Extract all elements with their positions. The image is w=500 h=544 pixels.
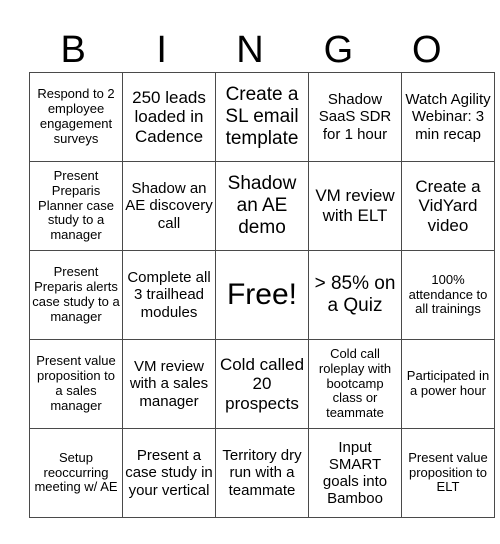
bingo-cell[interactable]: 250 leads loaded in Cadence [122, 72, 216, 162]
bingo-cell[interactable]: Create a VidYard video [401, 161, 495, 251]
bingo-cell[interactable]: > 85% on a Quiz [308, 250, 402, 340]
header-letter-g: G [323, 29, 354, 71]
bingo-cell[interactable]: Setup reoccurring meeting w/ AE [29, 428, 123, 518]
bingo-cell[interactable]: Present value proposition to ELT [401, 428, 495, 518]
grid-row: Setup reoccurring meeting w/ AE Present … [29, 428, 495, 518]
bingo-cell[interactable]: Shadow SaaS SDR for 1 hour [308, 72, 402, 162]
header-letter-o: O [412, 29, 442, 71]
bingo-cell[interactable]: Shadow an AE demo [215, 161, 309, 251]
grid-row: Respond to 2 employee engagement surveys… [29, 72, 495, 162]
bingo-cell[interactable]: Present value proposition to a sales man… [29, 339, 123, 429]
bingo-cell[interactable]: Complete all 3 trailhead modules [122, 250, 216, 340]
bingo-cell[interactable]: VM review with a sales manager [122, 339, 216, 429]
grid-row: Present Preparis alerts case study to a … [29, 250, 495, 340]
free-space-cell[interactable]: Free! [215, 250, 309, 340]
bingo-cell[interactable]: Present Preparis alerts case study to a … [29, 250, 123, 340]
bingo-cell[interactable]: Create a SL email template [215, 72, 309, 162]
bingo-cell[interactable]: Shadow an AE discovery call [122, 161, 216, 251]
bingo-cell[interactable]: Territory dry run with a teammate [215, 428, 309, 518]
bingo-cell[interactable]: Input SMART goals into Bamboo [308, 428, 402, 518]
bingo-cell[interactable]: Cold call roleplay with bootcamp class o… [308, 339, 402, 429]
bingo-cell[interactable]: 100% attendance to all trainings [401, 250, 495, 340]
header-letter-n: N [236, 29, 264, 71]
grid-row: Present value proposition to a sales man… [29, 339, 495, 429]
header-letter-b: B [60, 29, 86, 71]
bingo-grid: Respond to 2 employee engagement surveys… [29, 72, 495, 518]
bingo-header: B I N G O [29, 28, 471, 72]
bingo-cell[interactable]: Watch Agility Webinar: 3 min recap [401, 72, 495, 162]
bingo-cell[interactable]: Present a case study in your vertical [122, 428, 216, 518]
bingo-cell[interactable]: VM review with ELT [308, 161, 402, 251]
bingo-cell[interactable]: Cold called 20 prospects [215, 339, 309, 429]
bingo-cell[interactable]: Participated in a power hour [401, 339, 495, 429]
header-letter-i: I [156, 29, 167, 71]
bingo-cell[interactable]: Respond to 2 employee engagement surveys [29, 72, 123, 162]
bingo-cell[interactable]: Present Preparis Planner case study to a… [29, 161, 123, 251]
grid-row: Present Preparis Planner case study to a… [29, 161, 495, 251]
